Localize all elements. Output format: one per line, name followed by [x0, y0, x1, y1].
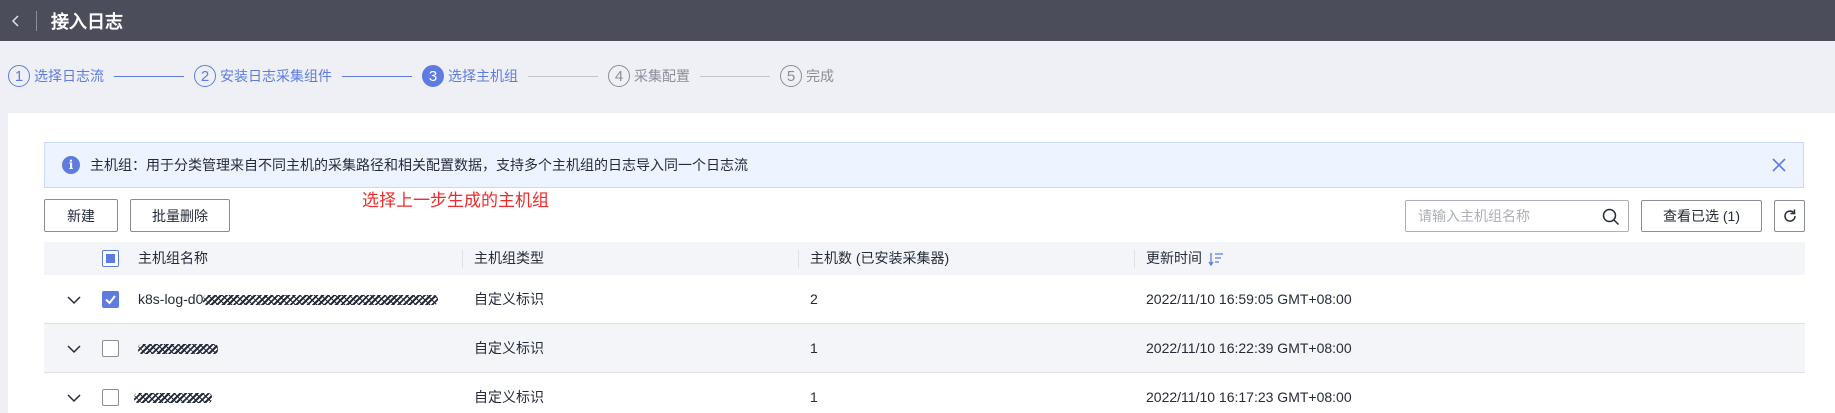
page-title: 接入日志 [51, 11, 123, 32]
step-1: 1 选择日志流 [8, 65, 104, 87]
refresh-icon [1783, 209, 1796, 222]
search-box [1405, 200, 1629, 232]
annotation-text: 选择上一步生成的主机组 [362, 191, 549, 211]
step-2-label: 安装日志采集组件 [220, 68, 332, 84]
step-4: 4 采集配置 [608, 65, 690, 87]
column-header-updated[interactable]: 更新时间 [1146, 242, 1224, 275]
host-count: 1 [810, 340, 818, 356]
update-time: 2022/11/10 16:17:23 GMT+08:00 [1146, 389, 1352, 405]
host-group-name [138, 324, 218, 373]
step-5: 5 完成 [780, 65, 834, 87]
close-notice-button[interactable] [1769, 155, 1789, 175]
column-divider [798, 250, 799, 268]
search-input[interactable] [1418, 208, 1598, 224]
wizard-steps: 1 选择日志流 2 安装日志采集组件 3 选择主机组 4 采集配置 5 完成 [8, 62, 834, 90]
host-group-name: k8s-log-d0 [138, 275, 439, 324]
column-header-updated-label: 更新时间 [1146, 250, 1202, 266]
column-divider [1134, 250, 1135, 268]
search-icon[interactable] [1602, 208, 1620, 226]
row-checkbox[interactable] [102, 389, 119, 406]
step-3-label: 选择主机组 [448, 68, 518, 84]
step-2-number: 2 [194, 65, 216, 87]
table-row[interactable]: k8s-log-d0 自定义标识 2 2022/11/10 16:59:05 G… [44, 275, 1805, 324]
step-connector [700, 75, 770, 77]
column-divider [462, 250, 463, 268]
chevron-down-icon[interactable] [66, 390, 82, 406]
step-connector [528, 75, 598, 77]
sort-icon[interactable] [1208, 252, 1224, 267]
redacted-text [134, 393, 212, 404]
refresh-button[interactable] [1774, 200, 1805, 232]
batch-delete-button[interactable]: 批量删除 [130, 199, 230, 232]
table-row[interactable]: 自定义标识 1 2022/11/10 16:22:39 GMT+08:00 [44, 324, 1805, 373]
update-time: 2022/11/10 16:22:39 GMT+08:00 [1146, 340, 1352, 356]
row-checkbox[interactable] [102, 291, 119, 308]
create-button[interactable]: 新建 [44, 199, 118, 232]
info-icon: i [62, 156, 80, 174]
step-3: 3 选择主机组 [422, 65, 518, 87]
row-checkbox[interactable] [102, 340, 119, 357]
step-2: 2 安装日志采集组件 [194, 65, 332, 87]
view-selected-button[interactable]: 查看已选 (1) [1641, 200, 1762, 232]
step-1-number: 1 [8, 65, 30, 87]
column-header-count: 主机数 (已安装采集器) [810, 250, 950, 266]
step-4-label: 采集配置 [634, 68, 690, 84]
close-icon [1772, 158, 1786, 172]
host-group-type: 自定义标识 [474, 389, 544, 405]
top-bar: 接入日志 [0, 0, 1835, 41]
redacted-text [138, 344, 218, 355]
step-1-label: 选择日志流 [34, 68, 104, 84]
host-group-type: 自定义标识 [474, 340, 544, 356]
chevron-left-icon [11, 14, 19, 27]
table-row[interactable]: 自定义标识 1 2022/11/10 16:17:23 GMT+08:00 [44, 373, 1805, 413]
step-3-number: 3 [422, 65, 444, 87]
host-count: 1 [810, 389, 818, 405]
back-button[interactable] [4, 9, 28, 33]
check-icon [105, 295, 116, 305]
column-header-type: 主机组类型 [474, 250, 544, 266]
chevron-down-icon[interactable] [66, 341, 82, 357]
table-header: 主机组名称 主机组类型 主机数 (已安装采集器) 更新时间 [44, 242, 1805, 275]
host-group-type: 自定义标识 [474, 291, 544, 307]
column-header-name: 主机组名称 [138, 250, 208, 266]
info-notice: i 主机组：用于分类管理来自不同主机的采集路径和相关配置数据，支持多个主机组的日… [44, 142, 1804, 188]
divider [36, 10, 37, 31]
redacted-text [203, 295, 439, 306]
step-5-number: 5 [780, 65, 802, 87]
step-connector [114, 75, 184, 77]
host-group-name-text: k8s-log-d0 [138, 291, 204, 307]
host-group-name [134, 373, 212, 413]
host-count: 2 [810, 291, 818, 307]
step-connector [342, 75, 412, 77]
update-time: 2022/11/10 16:59:05 GMT+08:00 [1146, 291, 1352, 307]
chevron-down-icon[interactable] [66, 292, 82, 308]
notice-text: 主机组：用于分类管理来自不同主机的采集路径和相关配置数据，支持多个主机组的日志导… [90, 157, 748, 173]
step-5-label: 完成 [806, 68, 834, 84]
select-all-checkbox[interactable] [102, 250, 119, 267]
step-4-number: 4 [608, 65, 630, 87]
